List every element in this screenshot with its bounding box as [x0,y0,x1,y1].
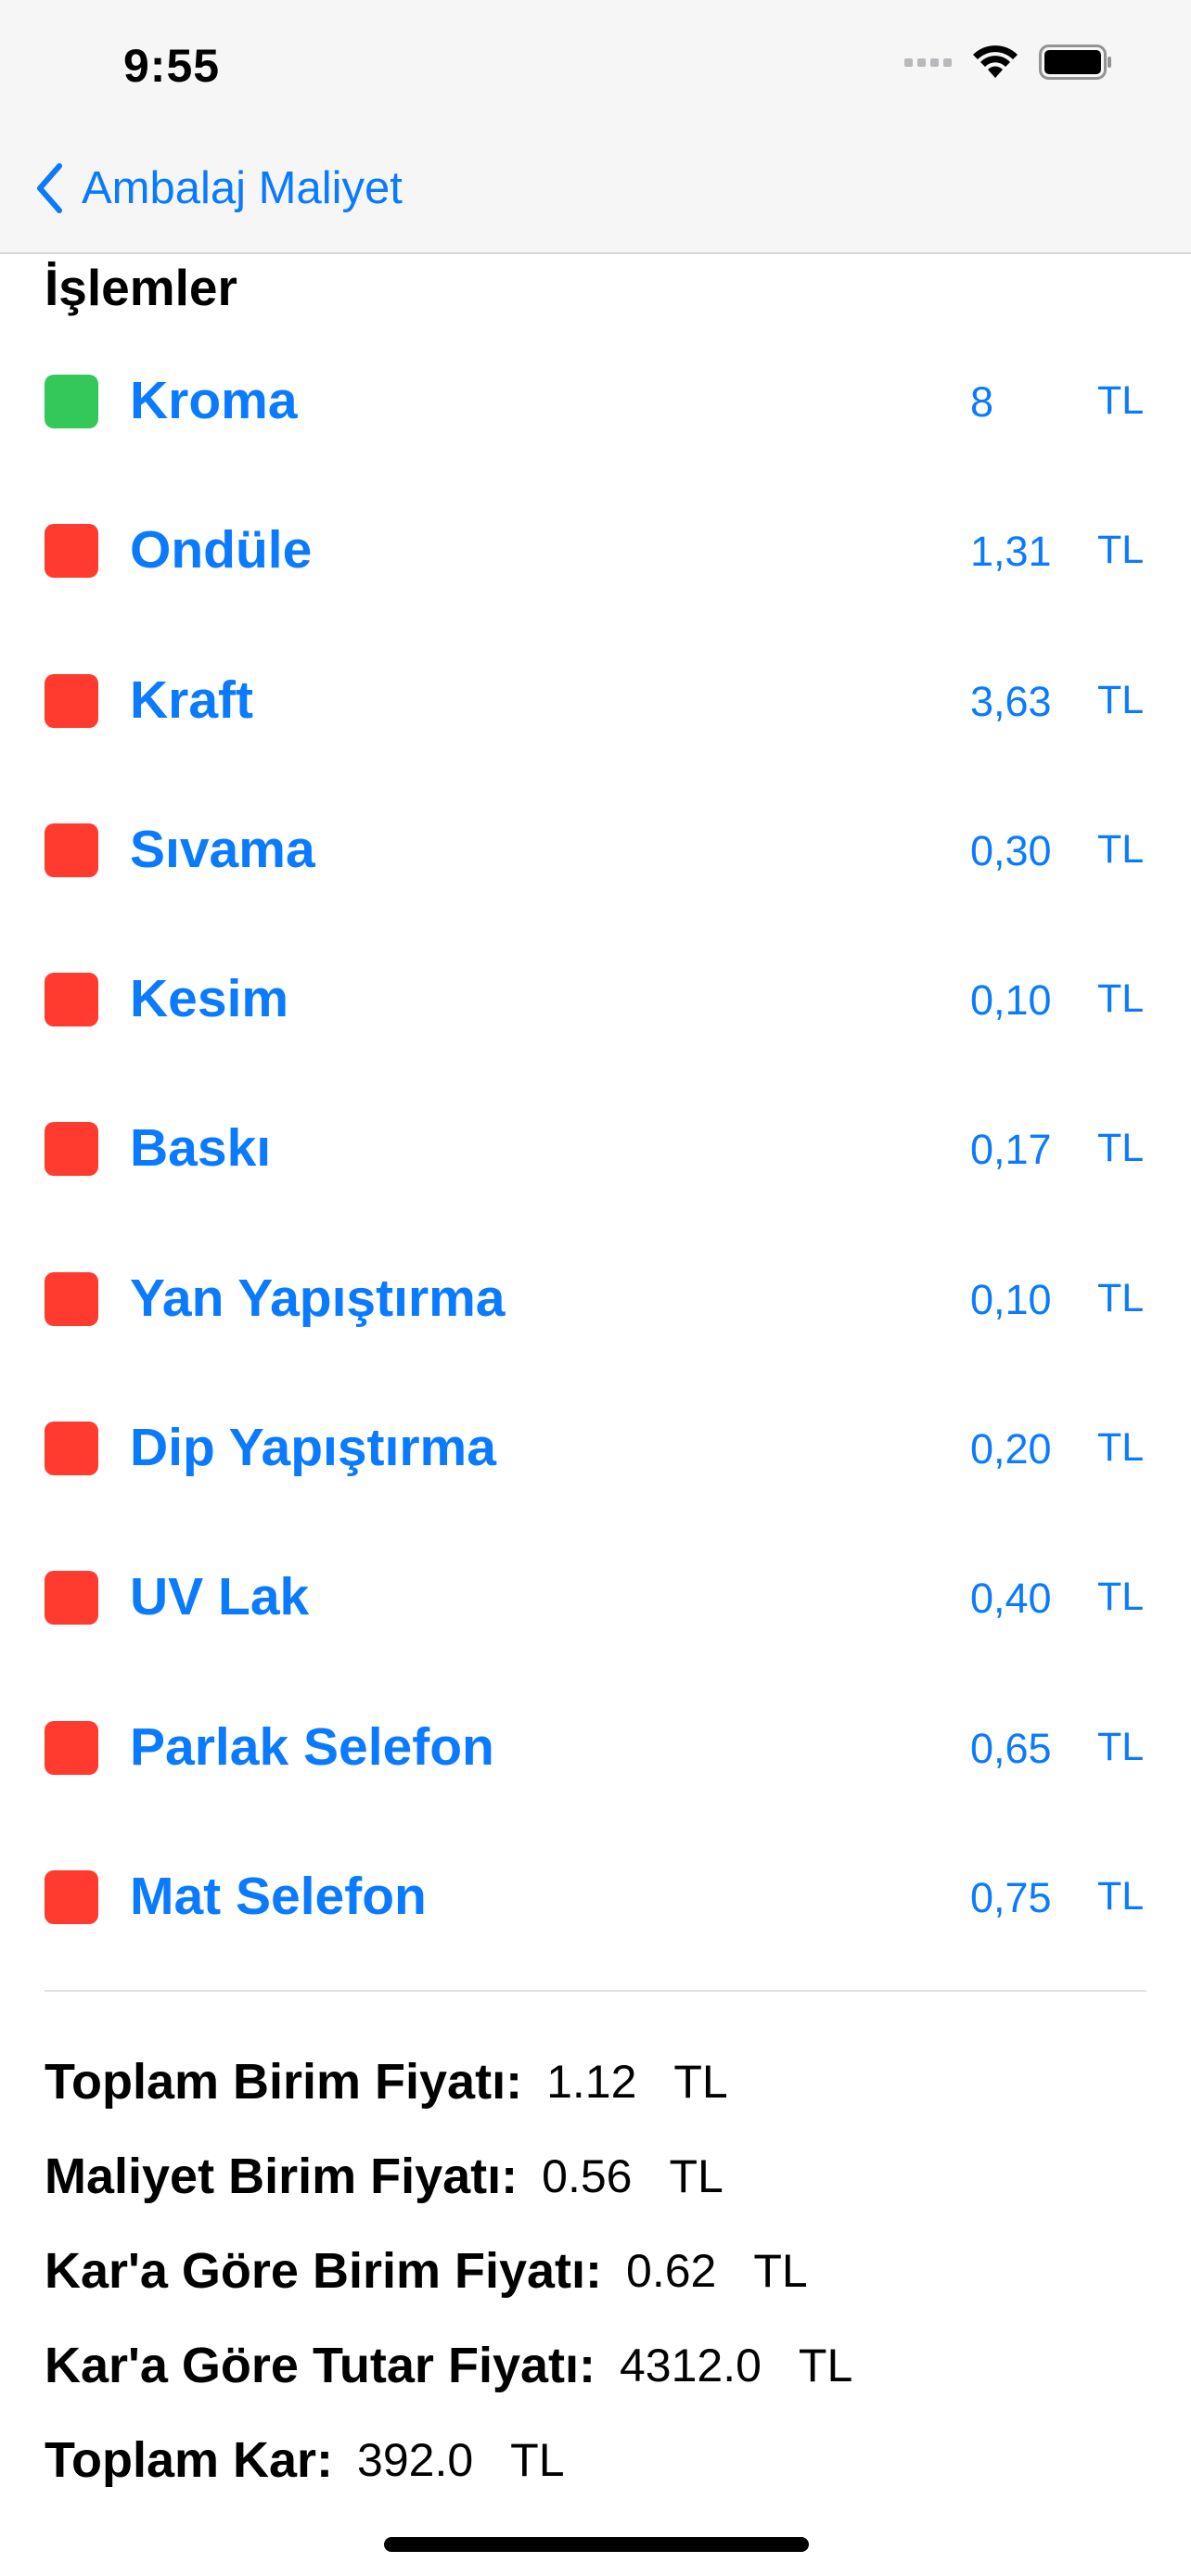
list-item: UV Lak 0,40 TL [0,1523,1191,1672]
operation-price: 0,10 [970,976,1052,1025]
operation-price: 3,63 [970,677,1052,725]
list-item: Yan Yapıştırma 0,10 TL [0,1224,1191,1373]
summary-value: 392.0 [357,2434,474,2486]
operation-label[interactable]: Baskı [130,1117,271,1179]
operation-label[interactable]: Dip Yapıştırma [130,1417,496,1478]
summary-total-unit-price: Toplam Birim Fiyatı: 1.12 TL [45,2034,852,2129]
currency-unit: TL [1097,1275,1145,1320]
wifi-icon [973,45,1018,78]
summary-profit-unit-price: Kar'a Göre Birim Fiyatı: 0.62 TL [45,2224,852,2318]
battery-icon [1039,45,1111,80]
currency-unit: TL [510,2434,565,2486]
operation-label[interactable]: Kraft [130,670,253,731]
summary-section: Toplam Birim Fiyatı: 1.12 TL Maliyet Bir… [45,2034,852,2507]
operations-list: Kroma 8 TL Ondüle 1,31 TL Kraft 3,63 TL … [0,326,1191,1971]
divider [45,1990,1146,1992]
list-item: Ondüle 1,31 TL [0,476,1191,625]
operation-price: 0,17 [970,1126,1052,1174]
list-item: Parlak Selefon 0,65 TL [0,1673,1191,1822]
operation-label[interactable]: Sıvama [130,819,315,880]
status-bar: 9:55 [0,0,1191,130]
operation-price: 0,75 [970,1873,1052,1921]
status-icons [904,45,1113,80]
summary-label: Maliyet Birim Fiyatı: [45,2149,519,2204]
summary-label: Toplam Birim Fiyatı: [45,2054,523,2110]
currency-unit: TL [669,2150,724,2202]
currency-unit: TL [798,2340,853,2391]
operation-label[interactable]: Parlak Selefon [130,1716,494,1778]
summary-label: Kar'a Göre Birim Fiyatı: [45,2243,603,2299]
summary-cost-unit-price: Maliyet Birim Fiyatı: 0.56 TL [45,2129,852,2224]
currency-unit: TL [1097,1126,1145,1171]
currency-unit: TL [1097,528,1145,573]
status-time: 9:55 [123,40,221,92]
status-indicator [45,375,98,428]
operation-price: 8 [970,378,994,426]
operation-price: 0,10 [970,1275,1052,1323]
currency-unit: TL [1097,378,1145,423]
operation-price: 0,65 [970,1724,1052,1772]
currency-unit: TL [1097,1425,1145,1471]
home-indicator[interactable] [384,2537,809,2552]
status-indicator [45,1422,98,1476]
currency-unit: TL [673,2056,728,2108]
list-item: Mat Selefon 0,75 TL [0,1822,1191,1971]
currency-unit: TL [753,2245,808,2297]
currency-unit: TL [1097,1873,1145,1919]
cellular-signal-icon [904,57,952,67]
operation-label[interactable]: Mat Selefon [130,1866,427,1927]
section-title: İşlemler [45,259,237,316]
status-indicator [45,524,98,579]
currency-unit: TL [1097,677,1145,722]
operation-label[interactable]: Kroma [130,370,298,431]
status-indicator [45,673,98,728]
operation-price: 0,20 [970,1425,1052,1473]
operation-price: 0,30 [970,826,1052,874]
summary-value: 1.12 [546,2056,637,2108]
operation-label[interactable]: Ondüle [130,519,312,580]
summary-value: 0.56 [542,2150,633,2202]
summary-profit-total-price: Kar'a Göre Tutar Fiyatı: 4312.0 TL [45,2318,852,2413]
summary-total-profit: Toplam Kar: 392.0 TL [45,2413,852,2507]
operation-label[interactable]: Kesim [130,968,288,1029]
status-indicator [45,1869,98,1924]
summary-value: 4312.0 [619,2340,762,2391]
operation-label[interactable]: Yan Yapıştırma [130,1268,506,1329]
back-button[interactable]: Ambalaj Maliyet [33,161,403,215]
summary-value: 0.62 [626,2245,717,2297]
currency-unit: TL [1097,1724,1145,1769]
back-button-label: Ambalaj Maliyet [82,163,403,213]
chevron-left-icon [37,163,62,213]
status-indicator [45,973,98,1027]
navigation-bar: Ambalaj Maliyet [0,130,1191,254]
list-item: Kesim 0,10 TL [0,925,1191,1074]
operation-price: 0,40 [970,1575,1052,1623]
summary-label: Toplam Kar: [45,2432,334,2488]
list-item: Kroma 8 TL [0,326,1191,476]
status-indicator [45,1720,98,1775]
operation-price: 1,31 [970,528,1052,576]
status-indicator [45,1122,98,1177]
list-item: Dip Yapıştırma 0,20 TL [0,1373,1191,1523]
currency-unit: TL [1097,976,1145,1022]
list-item: Kraft 3,63 TL [0,626,1191,775]
list-item: Sıvama 0,30 TL [0,775,1191,925]
status-indicator [45,1271,98,1326]
currency-unit: TL [1097,826,1145,872]
status-indicator [45,1571,98,1626]
operation-label[interactable]: UV Lak [130,1566,309,1627]
list-item: Baskı 0,17 TL [0,1074,1191,1223]
currency-unit: TL [1097,1575,1145,1620]
status-indicator [45,823,98,877]
summary-label: Kar'a Göre Tutar Fiyatı: [45,2338,596,2393]
